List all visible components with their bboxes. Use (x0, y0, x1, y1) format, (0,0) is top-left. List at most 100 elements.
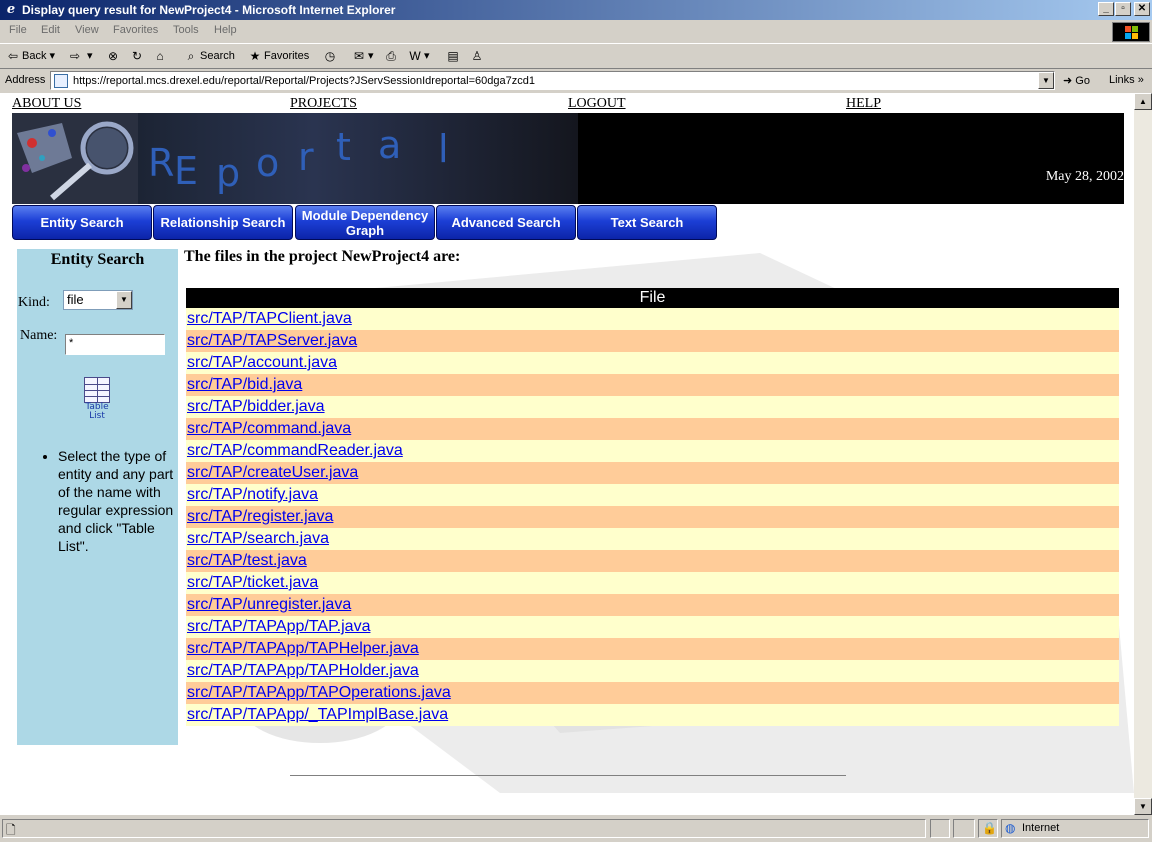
advanced-search-button[interactable]: Advanced Search (436, 205, 576, 240)
globe-icon: ◍ (1005, 821, 1016, 835)
kind-select[interactable]: file ▼ (63, 290, 133, 310)
chevron-down-icon[interactable]: ▼ (116, 291, 132, 309)
nav-help-link[interactable]: HELP (846, 96, 881, 112)
favorites-button[interactable]: ★ Favorites (248, 49, 310, 63)
file-link[interactable]: src/TAP/bidder.java (187, 398, 325, 415)
table-row: src/TAP/TAPApp/TAP.java (186, 616, 1119, 638)
table-row: src/TAP/bidder.java (186, 396, 1119, 418)
kind-select-value: file (67, 292, 84, 307)
file-link[interactable]: src/TAP/TAPApp/_TAPImplBase.java (187, 706, 448, 723)
name-input[interactable]: * (65, 334, 165, 355)
print-button[interactable]: ⎙ (384, 49, 400, 63)
table-row: src/TAP/account.java (186, 352, 1119, 374)
nav-logout-link[interactable]: LOGOUT (568, 96, 626, 112)
divider (290, 775, 846, 776)
stop-icon: ⊗ (107, 49, 119, 63)
file-link[interactable]: src/TAP/ticket.java (187, 574, 318, 591)
history-icon: ◷ (324, 49, 336, 63)
status-panel-blank (953, 819, 975, 838)
panel-title: Entity Search (50, 251, 145, 268)
file-link[interactable]: src/TAP/test.java (187, 552, 307, 569)
window-title: Display query result for NewProject4 - M… (22, 3, 396, 17)
menu-view[interactable]: View (75, 24, 99, 36)
stop-button[interactable]: ⊗ (106, 49, 122, 63)
reportal-logo: R E p o r t a l (138, 113, 578, 204)
file-link[interactable]: src/TAP/notify.java (187, 486, 318, 503)
discuss-button[interactable]: ▤ (446, 49, 462, 63)
file-link[interactable]: src/TAP/unregister.java (187, 596, 351, 613)
table-icon (84, 377, 110, 403)
scroll-down-button[interactable]: ▼ (1134, 798, 1152, 815)
search-icon: ⌕ (187, 49, 195, 63)
address-bar: Address https://reportal.mcs.drexel.edu/… (0, 69, 1152, 93)
file-link[interactable]: src/TAP/TAPServer.java (187, 332, 357, 349)
go-button[interactable]: ➜ Go (1063, 74, 1090, 87)
refresh-icon: ↻ (131, 49, 143, 63)
module-dependency-graph-button[interactable]: Module Dependency Graph (295, 205, 435, 240)
address-dropdown-button[interactable]: ▼ (1038, 72, 1054, 89)
mail-button[interactable]: ✉ ▾ (352, 49, 374, 63)
table-list-button[interactable]: Table List (82, 377, 112, 423)
help-list: Select the type of entity and any part o… (39, 447, 181, 555)
refresh-button[interactable]: ↻ (130, 49, 146, 63)
messenger-button[interactable]: ♙ (470, 49, 486, 63)
table-row: src/TAP/test.java (186, 550, 1119, 572)
menu-file[interactable]: File (9, 24, 27, 36)
file-link[interactable]: src/TAP/register.java (187, 508, 333, 525)
lock-icon: 🔒 (982, 821, 997, 835)
file-link[interactable]: src/TAP/TAPApp/TAP.java (187, 618, 370, 635)
nav-projects-link[interactable]: PROJECTS (290, 96, 357, 112)
window-title-bar[interactable]: e Display query result for NewProject4 -… (0, 0, 1152, 20)
table-row: src/TAP/TAPApp/TAPOperations.java (186, 682, 1119, 704)
search-button[interactable]: ⌕ Search (184, 49, 235, 63)
table-body: src/TAP/TAPClient.java src/TAP/TAPServer.… (186, 308, 1119, 726)
nav-about-us-link[interactable]: ABOUT US (12, 96, 81, 112)
file-link[interactable]: src/TAP/commandReader.java (187, 442, 403, 459)
address-url: https://reportal.mcs.drexel.edu/reportal… (73, 75, 535, 87)
menu-help[interactable]: Help (214, 24, 237, 36)
back-button[interactable]: ⇦ Back ▾ (6, 49, 55, 63)
ie-logo-icon: e (6, 2, 16, 17)
links-button[interactable]: Links » (1109, 74, 1144, 86)
file-link[interactable]: src/TAP/account.java (187, 354, 337, 371)
page-done-icon: 🗋 (6, 823, 16, 837)
menu-tools[interactable]: Tools (173, 24, 199, 36)
results-heading: The files in the project NewProject4 are… (184, 248, 461, 265)
table-row: src/TAP/bid.java (186, 374, 1119, 396)
favorites-icon: ★ (249, 49, 261, 63)
close-button[interactable]: ✕ (1134, 2, 1150, 16)
magnifier-graphic (12, 113, 138, 204)
status-panel-progress (930, 819, 950, 838)
forward-arrow-icon: ⇨ (69, 49, 81, 64)
file-link[interactable]: src/TAP/TAPApp/TAPHelper.java (187, 640, 419, 657)
file-link[interactable]: src/TAP/TAPApp/TAPHolder.java (187, 662, 419, 679)
menu-edit[interactable]: Edit (41, 24, 60, 36)
menu-favorites[interactable]: Favorites (113, 24, 158, 36)
status-zone-panel: ◍ Internet (1001, 819, 1149, 838)
toolbar: ⇦ Back ▾ ⇨ ▾ ⊗ ↻ ⌂ ⌕ Search ★ Favorites ◷ ✉… (0, 43, 1152, 69)
file-link[interactable]: src/TAP/search.java (187, 530, 329, 547)
address-label: Address (5, 74, 46, 86)
minimize-button[interactable]: _ (1098, 2, 1114, 16)
history-button[interactable]: ◷ (323, 49, 339, 63)
text-search-button[interactable]: Text Search (577, 205, 717, 240)
vertical-scrollbar[interactable]: ▲ ▼ (1134, 93, 1152, 815)
help-text: Select the type of entity and any part o… (58, 447, 181, 555)
table-row: src/TAP/unregister.java (186, 594, 1119, 616)
home-button[interactable]: ⌂ (153, 49, 169, 63)
zone-label: Internet (1022, 822, 1060, 834)
address-input[interactable]: https://reportal.mcs.drexel.edu/reportal… (50, 71, 1055, 90)
file-link[interactable]: src/TAP/TAPApp/TAPOperations.java (187, 684, 451, 701)
file-link[interactable]: src/TAP/bid.java (187, 376, 302, 393)
forward-button[interactable]: ⇨ ▾ (68, 49, 93, 63)
file-link[interactable]: src/TAP/createUser.java (187, 464, 358, 481)
mail-icon: ✉ (353, 49, 365, 64)
file-link[interactable]: src/TAP/command.java (187, 420, 351, 437)
menu-bar: File Edit View Favorites Tools Help (0, 20, 1110, 42)
file-link[interactable]: src/TAP/TAPClient.java (187, 310, 352, 327)
edit-button[interactable]: W ▾ (408, 49, 429, 63)
scroll-up-button[interactable]: ▲ (1134, 93, 1152, 110)
entity-search-button[interactable]: Entity Search (12, 205, 152, 240)
relationship-search-button[interactable]: Relationship Search (153, 205, 293, 240)
restore-button[interactable]: ▫ (1115, 2, 1131, 16)
